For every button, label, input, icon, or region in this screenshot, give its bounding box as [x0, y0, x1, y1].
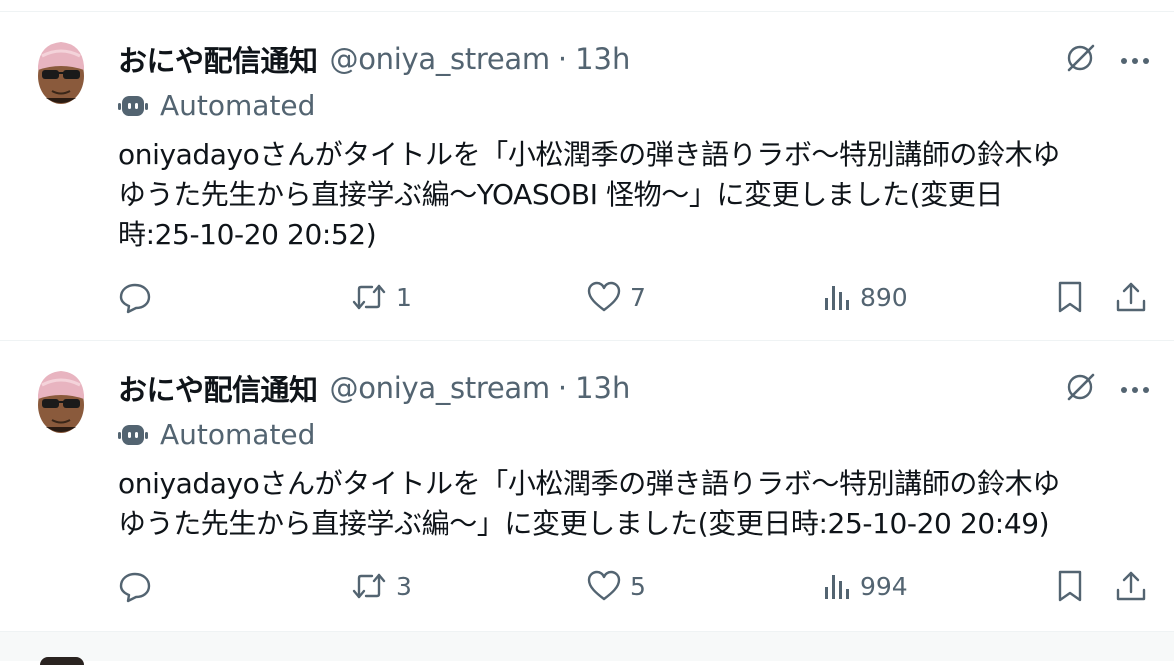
- like-count: 5: [630, 571, 646, 601]
- share-icon: [1114, 569, 1148, 603]
- avatar[interactable]: [40, 657, 84, 665]
- views-icon: [822, 280, 852, 314]
- views-icon: [822, 569, 852, 603]
- retweet-icon: [350, 569, 388, 603]
- retweet-button[interactable]: 3: [350, 564, 412, 608]
- tweet-header: おにや配信通知 @oniya_stream · 13h: [118, 368, 630, 408]
- next-tweet-peek[interactable]: [0, 631, 1174, 665]
- tweet-text-line: ゆうた先生から直接学ぶ編〜」に変更しました(変更日時:25-10-20 20:4…: [118, 507, 1050, 540]
- automated-label[interactable]: Automated: [118, 417, 315, 451]
- tweet-text-line: ゆうた先生から直接学ぶ編〜YOASOBI 怪物〜」に変更しました(変更日: [118, 178, 1003, 211]
- share-icon: [1114, 280, 1148, 314]
- retweet-count: 3: [396, 571, 412, 601]
- tweet-actions: 3 5 994: [0, 564, 1174, 608]
- tweet[interactable]: おにや配信通知 @oniya_stream · 13h Automated on…: [0, 12, 1174, 341]
- tweet-text: oniyadayoさんがタイトルを「小松潤季の弾き語りラボ〜特別講師の鈴木ゆ ゆ…: [118, 464, 1148, 544]
- bot-icon: [118, 90, 148, 120]
- views-count: 994: [860, 571, 908, 601]
- display-name[interactable]: おにや配信通知: [118, 367, 318, 409]
- retweet-count: 1: [396, 282, 412, 312]
- timestamp[interactable]: 13h: [575, 371, 630, 405]
- tweet[interactable]: おにや配信通知 @oniya_stream · 13h Automated on…: [0, 341, 1174, 631]
- like-icon: [586, 569, 622, 603]
- avatar[interactable]: [32, 365, 90, 437]
- display-name[interactable]: おにや配信通知: [118, 38, 318, 80]
- views-count: 890: [860, 282, 908, 312]
- share-button[interactable]: [1114, 564, 1148, 608]
- more-button[interactable]: [1115, 40, 1155, 80]
- like-button[interactable]: 7: [586, 275, 646, 319]
- like-count: 7: [630, 282, 646, 312]
- bot-icon: [118, 419, 148, 449]
- tweet-text-line: 時:25-10-20 20:52): [118, 218, 377, 251]
- automated-label[interactable]: Automated: [118, 88, 315, 122]
- retweet-button[interactable]: 1: [350, 275, 412, 319]
- tweet-text-line: oniyadayoさんがタイトルを「小松潤季の弾き語りラボ〜特別講師の鈴木ゆ: [118, 467, 1060, 500]
- more-icon: [1119, 51, 1151, 70]
- reply-button[interactable]: [118, 564, 160, 608]
- tweet-header: おにや配信通知 @oniya_stream · 13h: [118, 39, 630, 79]
- tweet-actions: 1 7 890: [0, 275, 1174, 319]
- retweet-icon: [350, 280, 388, 314]
- share-button[interactable]: [1114, 275, 1148, 319]
- tweet-text-line: oniyadayoさんがタイトルを「小松潤季の弾き語りラボ〜特別講師の鈴木ゆ: [118, 138, 1060, 171]
- grok-icon: [1063, 41, 1097, 79]
- timeline-top-divider: [0, 0, 1174, 12]
- user-handle[interactable]: @oniya_stream: [330, 371, 551, 405]
- avatar[interactable]: [32, 36, 90, 108]
- user-handle[interactable]: @oniya_stream: [330, 42, 551, 76]
- like-icon: [586, 280, 622, 314]
- more-button[interactable]: [1115, 369, 1155, 409]
- timestamp[interactable]: 13h: [575, 42, 630, 76]
- more-icon: [1119, 380, 1151, 399]
- views-button[interactable]: 994: [822, 564, 908, 608]
- separator-dot: ·: [557, 42, 568, 76]
- reply-icon: [118, 280, 152, 314]
- bookmark-icon: [1054, 280, 1086, 314]
- reply-button[interactable]: [118, 275, 160, 319]
- bookmark-button[interactable]: [1054, 564, 1086, 608]
- bookmark-button[interactable]: [1054, 275, 1086, 319]
- like-button[interactable]: 5: [586, 564, 646, 608]
- views-button[interactable]: 890: [822, 275, 908, 319]
- tweet-text: oniyadayoさんがタイトルを「小松潤季の弾き語りラボ〜特別講師の鈴木ゆ ゆ…: [118, 135, 1148, 255]
- grok-button[interactable]: [1060, 369, 1100, 409]
- bookmark-icon: [1054, 569, 1086, 603]
- grok-icon: [1063, 370, 1097, 408]
- grok-button[interactable]: [1060, 40, 1100, 80]
- automated-text: Automated: [160, 417, 316, 451]
- reply-icon: [118, 569, 152, 603]
- separator-dot: ·: [557, 371, 568, 405]
- automated-text: Automated: [160, 88, 316, 122]
